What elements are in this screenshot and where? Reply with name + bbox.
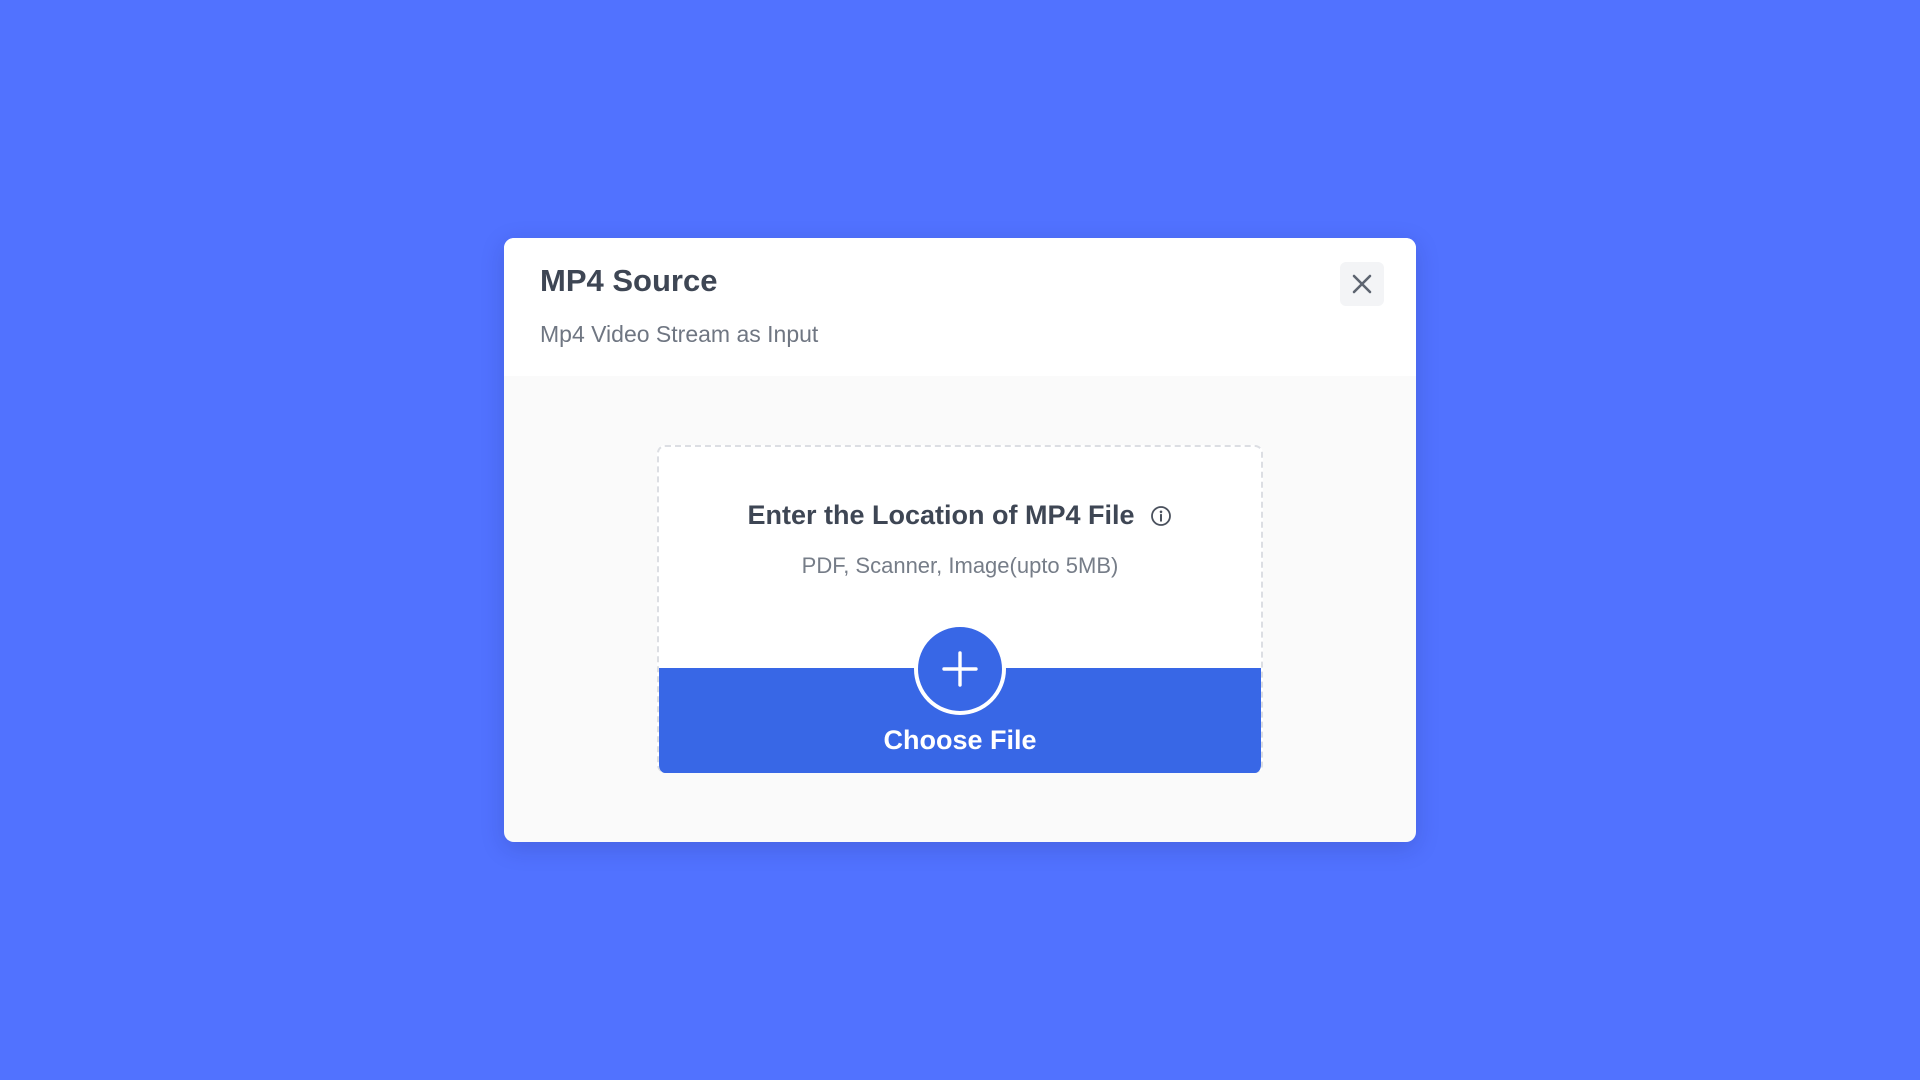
info-icon[interactable] xyxy=(1149,504,1173,528)
close-button[interactable] xyxy=(1340,262,1384,306)
dialog-title: MP4 Source xyxy=(540,263,718,298)
choose-file-label: Choose File xyxy=(883,725,1037,755)
dialog-subtitle: Mp4 Video Stream as Input xyxy=(540,321,819,347)
mp4-source-dialog: MP4 Source Mp4 Video Stream as Input Ent… xyxy=(504,238,1416,842)
upload-title: Enter the Location of MP4 File xyxy=(747,500,1135,530)
add-file-button[interactable] xyxy=(914,623,1006,715)
close-icon xyxy=(1352,274,1372,294)
dialog-header: MP4 Source Mp4 Video Stream as Input xyxy=(504,238,1416,376)
upload-heading: Enter the Location of MP4 File xyxy=(659,499,1261,531)
upload-hint: PDF, Scanner, Image(upto 5MB) xyxy=(801,553,1119,578)
file-drop-zone[interactable]: Enter the Location of MP4 File PDF, Scan… xyxy=(657,445,1263,773)
plus-icon xyxy=(942,651,978,687)
